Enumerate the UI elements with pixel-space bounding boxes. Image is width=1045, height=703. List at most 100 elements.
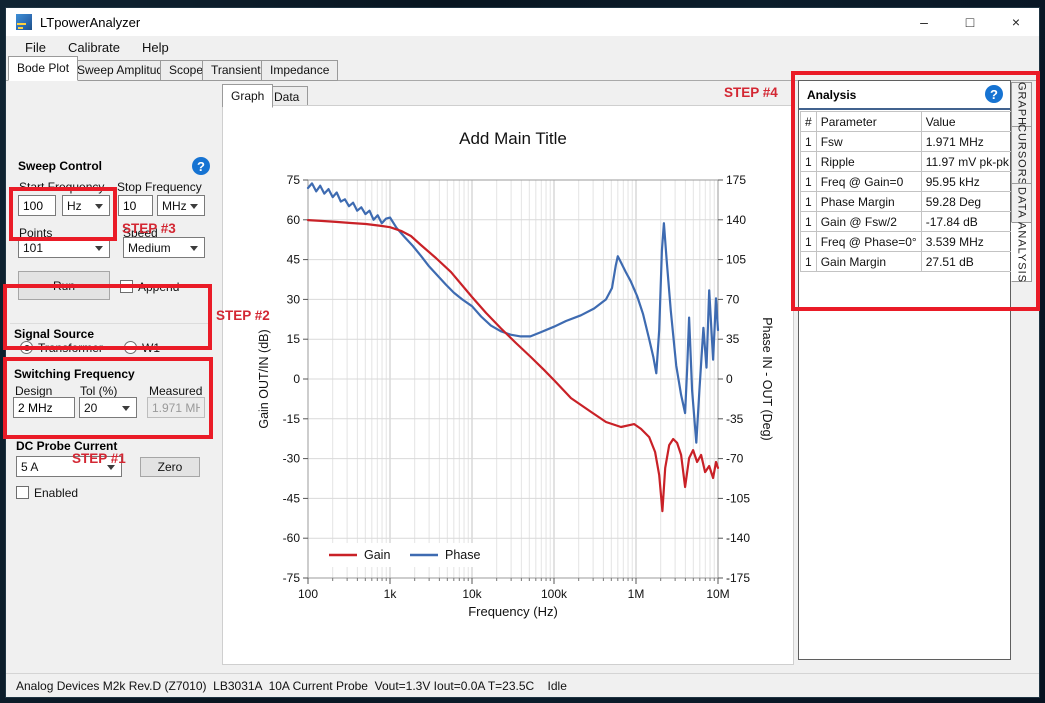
zero-button[interactable]: Zero [140, 457, 200, 477]
cell-parameter: Freq @ Gain=0 [816, 172, 921, 192]
minimize-button[interactable]: – [901, 8, 947, 36]
svg-text:Gain OUT/IN (dB): Gain OUT/IN (dB) [257, 329, 271, 428]
tol-label: Tol (%) [80, 384, 117, 398]
title-bar: LTpowerAnalyzer – □ × [6, 8, 1039, 36]
svg-text:35: 35 [726, 332, 740, 346]
svg-text:1k: 1k [384, 587, 398, 601]
transformer-label: Transformer [38, 341, 103, 355]
col-num: # [801, 112, 817, 132]
table-row[interactable]: 1Ripple11.97 mV pk-pk [801, 152, 1014, 172]
cell-num: 1 [801, 152, 817, 172]
chevron-down-icon [95, 246, 103, 251]
cell-parameter: Freq @ Phase=0° [816, 232, 921, 252]
sweep-help-icon[interactable]: ? [192, 157, 210, 175]
svg-text:10M: 10M [706, 587, 729, 601]
step1-label: STEP #1 [72, 451, 126, 466]
tab-impedance[interactable]: Impedance [261, 60, 338, 81]
svg-text:105: 105 [726, 253, 746, 267]
table-row[interactable]: 1Freq @ Gain=095.95 kHz [801, 172, 1014, 192]
col-parameter: Parameter [816, 112, 921, 132]
side-tab-data[interactable]: DATA [1011, 183, 1032, 223]
cell-parameter: Phase Margin [816, 192, 921, 212]
stop-frequency-unit-value: MHz [162, 199, 187, 213]
chevron-down-icon [95, 204, 103, 209]
table-row[interactable]: 1Gain @ Fsw/2-17.84 dB [801, 212, 1014, 232]
speed-value: Medium [128, 241, 171, 255]
step4-label: STEP #4 [724, 85, 778, 100]
tab-bode-plot[interactable]: Bode Plot [8, 56, 78, 81]
svg-text:Phase IN - OUT (Deg): Phase IN - OUT (Deg) [760, 317, 774, 440]
analysis-title: Analysis [807, 88, 856, 102]
svg-text:175: 175 [726, 173, 746, 187]
svg-text:0: 0 [726, 372, 733, 386]
sweep-control-title: Sweep Control [18, 159, 102, 173]
analysis-panel: Analysis ? # Parameter Value 1Fsw1.971 M… [798, 80, 1011, 660]
w1-radio[interactable] [124, 341, 137, 354]
start-frequency-unit-value: Hz [67, 199, 82, 213]
cell-value: -17.84 dB [921, 212, 1013, 232]
tol-select[interactable]: 20 [79, 397, 137, 418]
svg-text:70: 70 [726, 292, 740, 306]
w1-label: W1 [142, 341, 160, 355]
stop-frequency-unit-select[interactable]: MHz [157, 195, 205, 216]
window-title: LTpowerAnalyzer [40, 15, 140, 30]
menu-bar: File Calibrate Help [6, 36, 1039, 58]
analysis-divider [799, 108, 1010, 110]
cell-value: 1.971 MHz [921, 132, 1013, 152]
analysis-help-icon[interactable]: ? [985, 85, 1003, 103]
design-label: Design [15, 384, 52, 398]
close-button[interactable]: × [993, 8, 1039, 36]
start-frequency-input[interactable] [18, 195, 56, 216]
svg-text:45: 45 [287, 253, 301, 267]
side-tab-analysis[interactable]: ANALYSIS [1011, 222, 1032, 282]
svg-text:100k: 100k [541, 587, 568, 601]
cell-num: 1 [801, 252, 817, 272]
side-tab-cursors[interactable]: CURSORS [1011, 126, 1032, 184]
append-checkbox[interactable] [120, 280, 133, 293]
signal-source-title: Signal Source [14, 327, 94, 341]
cell-num: 1 [801, 132, 817, 152]
menu-calibrate[interactable]: Calibrate [57, 37, 131, 58]
svg-text:30: 30 [287, 292, 301, 306]
table-row[interactable]: 1Fsw1.971 MHz [801, 132, 1014, 152]
menu-help[interactable]: Help [131, 37, 180, 58]
maximize-button[interactable]: □ [947, 8, 993, 36]
transformer-radio[interactable] [20, 341, 33, 354]
start-frequency-unit-select[interactable]: Hz [62, 195, 110, 216]
svg-text:Frequency (Hz): Frequency (Hz) [468, 604, 558, 619]
svg-text:-60: -60 [283, 531, 301, 545]
analysis-header-row: # Parameter Value [801, 112, 1014, 132]
table-row[interactable]: 1Freq @ Phase=0°3.539 MHz [801, 232, 1014, 252]
svg-text:-105: -105 [726, 491, 750, 505]
svg-text:-175: -175 [726, 571, 750, 585]
main-tab-bar: Bode Plot Sweep Amplitude Scope Transien… [6, 58, 1039, 81]
svg-text:-15: -15 [283, 412, 301, 426]
enabled-checkbox[interactable] [16, 486, 29, 499]
tab-graph[interactable]: Graph [222, 84, 273, 108]
bode-plot-chart[interactable]: 75604530150-15-30-45-60-7517514010570350… [223, 106, 793, 664]
svg-text:15: 15 [287, 332, 301, 346]
cell-num: 1 [801, 212, 817, 232]
svg-text:-75: -75 [283, 571, 301, 585]
stop-frequency-input[interactable] [118, 195, 153, 216]
points-select[interactable]: 101 [18, 237, 110, 258]
tab-transient[interactable]: Transient [202, 60, 270, 81]
chevron-down-icon [190, 246, 198, 251]
table-row[interactable]: 1Gain Margin27.51 dB [801, 252, 1014, 272]
design-input[interactable] [13, 397, 75, 418]
cell-parameter: Gain @ Fsw/2 [816, 212, 921, 232]
chevron-down-icon [190, 204, 198, 209]
svg-text:140: 140 [726, 213, 746, 227]
side-tab-graph[interactable]: GRAPH [1011, 82, 1032, 127]
menu-file[interactable]: File [14, 37, 57, 58]
svg-text:-140: -140 [726, 531, 750, 545]
app-window: LTpowerAnalyzer – □ × File Calibrate Hel… [6, 8, 1039, 697]
svg-text:Gain: Gain [364, 548, 390, 562]
speed-select[interactable]: Medium [123, 237, 205, 258]
svg-text:-35: -35 [726, 412, 744, 426]
analysis-table: # Parameter Value 1Fsw1.971 MHz 1Ripple1… [800, 111, 1014, 272]
table-row[interactable]: 1Phase Margin59.28 Deg [801, 192, 1014, 212]
run-button[interactable]: Run [18, 271, 110, 300]
chevron-down-icon [122, 406, 130, 411]
svg-text:Phase: Phase [445, 548, 480, 562]
